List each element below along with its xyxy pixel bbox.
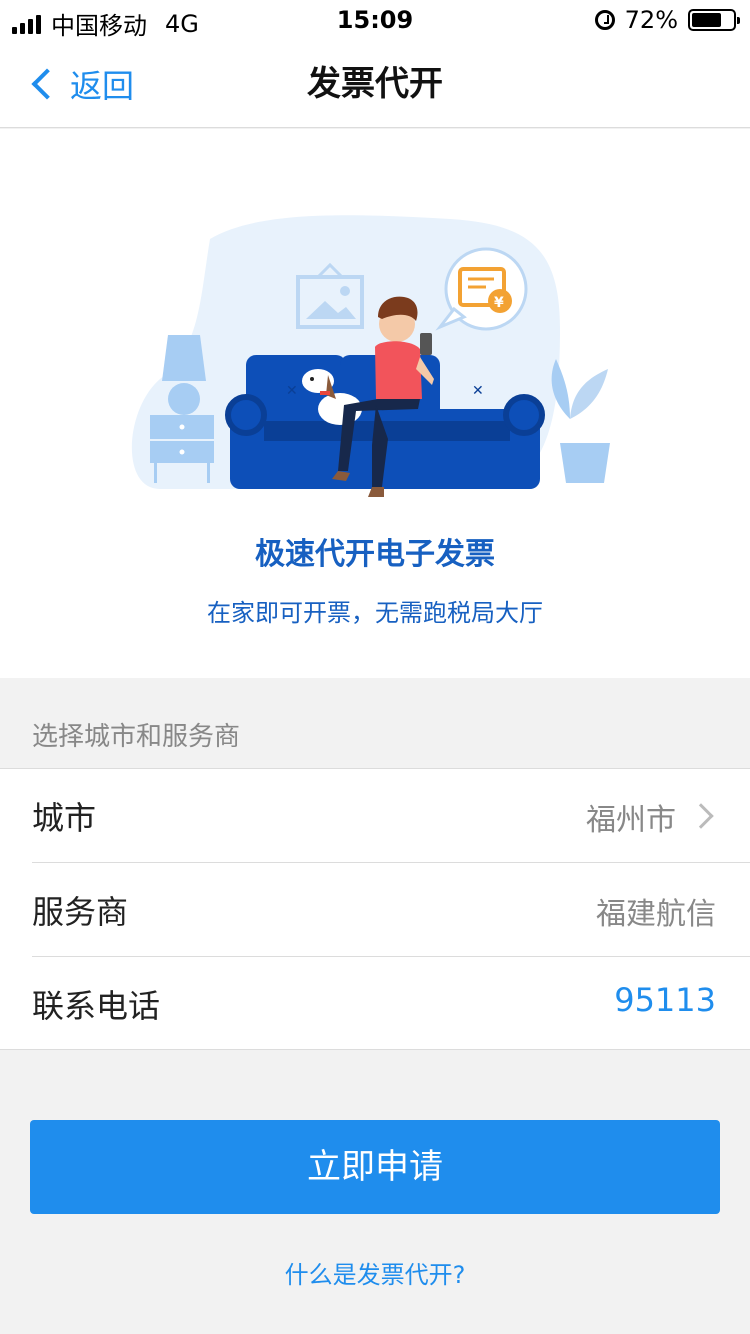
hero-subtitle: 在家即可开票，无需跑税局大厅	[207, 599, 543, 627]
section-header: 选择城市和服务商	[0, 678, 750, 768]
settings-form: 城市 福州市 服务商 福建航信 联系电话 95113	[0, 768, 750, 1050]
help-link[interactable]: 什么是发票代开?	[0, 1255, 750, 1290]
section-header-label: 选择城市和服务商	[32, 722, 241, 752]
battery-percent: 72%	[624, 6, 678, 34]
alarm-icon	[594, 10, 615, 30]
apply-button[interactable]: 立即申请	[30, 1120, 720, 1214]
sofa-illustration: ✕ ✕ ¥	[131, 215, 610, 497]
phone-link[interactable]: 95113	[614, 981, 716, 1019]
provider-value: 福建航信	[596, 897, 716, 932]
svg-text:✕: ✕	[286, 383, 298, 399]
phone-label: 联系电话	[32, 987, 161, 1025]
status-right: 72%	[594, 6, 740, 34]
provider-row: 服务商 福建航信	[32, 863, 750, 957]
hero-title: 极速代开电子发票	[255, 537, 495, 572]
svg-text:¥: ¥	[494, 295, 504, 311]
svg-text:✕: ✕	[472, 383, 484, 399]
provider-label: 服务商	[32, 893, 129, 931]
city-label: 城市	[32, 799, 97, 837]
city-row[interactable]: 城市 福州市	[32, 769, 750, 863]
phone-row: 联系电话 95113	[32, 957, 750, 1051]
battery-icon	[688, 9, 740, 31]
chevron-right-icon	[688, 803, 714, 829]
battery-fill	[692, 13, 721, 27]
plant-icon	[551, 359, 610, 483]
page-title: 发票代开	[307, 64, 443, 104]
status-bar: 中国移动 4G 15:09 72%	[0, 0, 750, 40]
city-value: 福州市	[586, 803, 676, 838]
nav-bar: 返回 发票代开	[0, 40, 750, 128]
hero-banner: ✕ ✕ ¥ 极速代开电子发票 在家即可开票，无需跑税局大厅	[0, 129, 750, 678]
